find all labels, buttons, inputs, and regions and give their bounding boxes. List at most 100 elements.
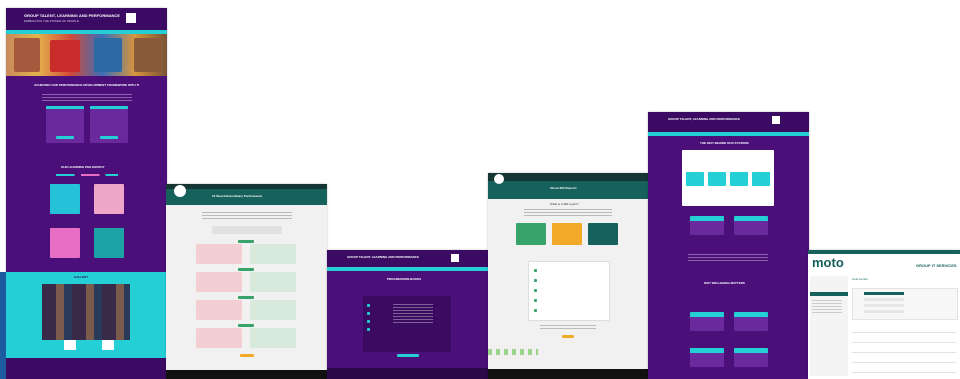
profile-card-3[interactable] xyxy=(50,228,80,258)
outro-paragraph xyxy=(540,323,596,331)
list-bullet-2 xyxy=(534,279,537,282)
download-button[interactable] xyxy=(562,335,574,338)
sidebar-active-item[interactable] xyxy=(810,292,848,296)
profile-card-2[interactable] xyxy=(94,184,124,214)
input-field-3[interactable] xyxy=(864,310,904,313)
logo-circle xyxy=(174,185,186,197)
page-title: 10 Step Extraordinary Performance xyxy=(212,195,263,198)
diagram-node-2 xyxy=(708,172,726,186)
step-row-1-left xyxy=(196,244,242,264)
footer-bar xyxy=(166,370,327,379)
step-row-4-tag xyxy=(238,324,254,327)
profile-card-4[interactable] xyxy=(94,228,124,258)
screenshot-talent-learning-home: GROUP TALENT, LEARNING AND PERFORMANCE E… xyxy=(6,8,167,379)
logo-circle xyxy=(494,174,504,184)
step-row-1-tag xyxy=(238,240,254,243)
nav-bar xyxy=(488,173,648,181)
table-row-4[interactable] xyxy=(852,354,956,363)
wellbeing-block-3 xyxy=(690,348,724,367)
page-title: GROUP TALENT, LEARNING AND PERFORMANCE xyxy=(24,14,120,18)
cta-button[interactable] xyxy=(397,354,419,357)
continue-button[interactable] xyxy=(240,354,254,357)
input-field-1[interactable] xyxy=(864,298,904,301)
gallery-heading: GALLERY xyxy=(74,276,89,279)
sidebar xyxy=(810,276,848,376)
hero-paragraph xyxy=(42,92,132,103)
diagram-node-3 xyxy=(730,172,748,186)
logo-badge xyxy=(451,254,459,262)
system-block-2 xyxy=(734,216,768,235)
systems-paragraph xyxy=(688,252,768,263)
feature-card-left-button[interactable] xyxy=(56,136,74,139)
page-subtitle: EMBRACING THE POWER OF PEOPLE xyxy=(24,20,79,23)
info-card-green xyxy=(516,223,546,245)
hero-photo-b xyxy=(50,40,80,72)
step-row-3-tag xyxy=(238,296,254,299)
wellbeing-block-2 xyxy=(734,312,768,331)
table-row-1[interactable] xyxy=(852,324,956,333)
input-field-2[interactable] xyxy=(864,304,904,307)
wellbeing-block-4 xyxy=(734,348,768,367)
table-row-3[interactable] xyxy=(852,344,956,353)
table-row-2[interactable] xyxy=(852,334,956,343)
logo-badge xyxy=(126,13,136,23)
header-bar xyxy=(648,112,809,132)
section-heading-2: WHY WELLBEING MATTERS xyxy=(704,282,745,285)
sub-heading: What is a 360 report? xyxy=(550,203,579,206)
wave-decoration xyxy=(488,349,538,355)
report-list-box xyxy=(528,261,610,321)
wellbeing-block-1 xyxy=(690,312,724,331)
page-title: GROUP TALENT, LEARNING AND PERFORMANCE xyxy=(668,118,740,121)
sidebar-items xyxy=(812,298,842,315)
book-icon-1[interactable] xyxy=(367,304,370,307)
footer-bar xyxy=(327,368,488,379)
list-bullet-1 xyxy=(534,269,537,272)
profile-card-1[interactable] xyxy=(50,184,80,214)
step-row-2-left xyxy=(196,272,242,292)
section-heading: OUR LEARNING PHILOSOPHY xyxy=(61,166,105,169)
header-bar xyxy=(6,8,167,30)
step-row-3-left xyxy=(196,300,242,320)
diagram-node-4 xyxy=(752,172,770,186)
panel-title: Cost Centre xyxy=(852,278,869,281)
hero-photo-a xyxy=(14,38,40,72)
step-row-3-right xyxy=(250,300,296,320)
feature-card-right-button[interactable] xyxy=(100,136,118,139)
screenshot-systems-wellbeing: GROUP TALENT, LEARNING AND PERFORMANCE T… xyxy=(648,112,809,379)
header-right-label: GROUP IT SERVICES xyxy=(916,264,957,268)
book-icon-3[interactable] xyxy=(367,320,370,323)
step-row-2-right xyxy=(250,272,296,292)
list-bullet-5 xyxy=(534,309,537,312)
page-title: About 360 Reports xyxy=(550,187,577,190)
moto-logo: moto xyxy=(812,256,844,269)
book-icon-2[interactable] xyxy=(367,312,370,315)
section-heading: PROGRESSION BOOKS xyxy=(387,278,422,281)
footer-bar xyxy=(488,369,648,379)
screenshot-extraordinary-performance: 10 Step Extraordinary Performance xyxy=(166,184,327,379)
list-bullet-3 xyxy=(534,289,537,292)
info-card-teal xyxy=(588,223,618,245)
hero-photo-d xyxy=(134,38,162,72)
section-heading-1: THE WHY BEHIND OUR SYSTEMS xyxy=(700,142,749,145)
top-bar xyxy=(808,250,960,254)
book-list xyxy=(393,302,433,325)
diagram-node-1 xyxy=(686,172,704,186)
book-icon-4[interactable] xyxy=(367,328,370,331)
intro-paragraph xyxy=(524,207,612,218)
list-bullet-4 xyxy=(534,299,537,302)
screenshot-moto-admin: moto GROUP IT SERVICES Cost Centre xyxy=(808,250,960,379)
info-card-orange xyxy=(552,223,582,245)
header-band xyxy=(488,181,648,199)
hero-heading: ACHIEVING OUR PERFORMANCE DEVELOPMENT FR… xyxy=(34,84,139,87)
legend-row xyxy=(56,174,118,176)
gallery-caption-1 xyxy=(64,340,76,350)
intro-box xyxy=(212,226,282,234)
form-header-row xyxy=(864,292,904,295)
table-row-5[interactable] xyxy=(852,364,956,373)
system-block-1 xyxy=(690,216,724,235)
logo-badge xyxy=(772,116,780,124)
screenshot-progression-books: GROUP TALENT, LEARNING AND PERFORMANCE P… xyxy=(327,250,488,379)
gallery-grid xyxy=(42,284,130,340)
hero-photo-c xyxy=(94,38,122,72)
intro-paragraph xyxy=(202,210,292,221)
